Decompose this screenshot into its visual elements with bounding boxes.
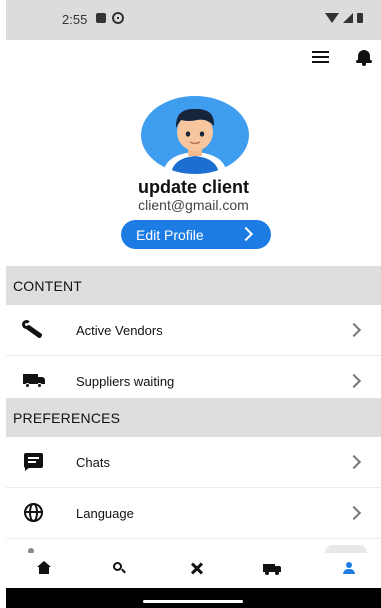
status-left-icons [96, 12, 124, 24]
status-bar: 2:55 [6, 0, 381, 40]
list-item-language[interactable]: Language [6, 488, 381, 539]
wifi-icon [325, 13, 339, 23]
status-right-icons [325, 13, 363, 23]
sd-card-icon [96, 13, 106, 23]
signal-icon [343, 13, 353, 23]
list-item-label: Active Vendors [76, 322, 163, 338]
profile-name: update client [137, 177, 249, 197]
user-illustration-icon [163, 108, 227, 174]
gesture-bar [6, 588, 381, 608]
chevron-right-icon [346, 322, 362, 338]
chat-icon [22, 451, 46, 473]
chevron-right-icon [346, 454, 362, 470]
gps-icon [112, 12, 124, 24]
section-header-content: CONTENT [6, 266, 381, 305]
menu-icon[interactable] [312, 51, 329, 63]
tools-icon[interactable] [185, 561, 209, 579]
status-time: 2:55 [62, 12, 88, 27]
search-icon[interactable] [108, 561, 132, 579]
section-header-preferences: PREFERENCES [6, 398, 381, 437]
chevron-right-icon [238, 226, 254, 242]
list-item-label: Chats [76, 454, 110, 470]
globe-icon [22, 502, 46, 524]
list-item-chats[interactable]: Chats [6, 437, 381, 488]
truck-icon [22, 370, 46, 392]
chevron-right-icon [346, 505, 362, 521]
bottom-nav [6, 553, 381, 588]
list-item-partial [6, 540, 381, 554]
wrench-icon [22, 319, 46, 341]
list-item-label: Suppliers waiting [76, 373, 175, 389]
app-screen: 2:55 update client client@gmail.com Edit… [6, 0, 381, 608]
edit-profile-label: Edit Profile [136, 226, 204, 243]
battery-icon [357, 13, 363, 23]
home-gesture-handle[interactable] [143, 600, 243, 603]
avatar [141, 96, 249, 174]
profile-email: client@gmail.com [138, 197, 249, 213]
person-icon[interactable] [337, 561, 361, 579]
home-icon[interactable] [32, 561, 56, 579]
topbar-actions [312, 48, 373, 66]
bell-icon[interactable] [355, 48, 373, 66]
chevron-right-icon [346, 373, 362, 389]
list-item-label: Language [76, 505, 134, 521]
list-item-active-vendors[interactable]: Active Vendors [6, 305, 381, 356]
truck-icon[interactable] [261, 561, 285, 579]
avatar-circle [141, 96, 249, 174]
edit-profile-button[interactable]: Edit Profile [121, 220, 271, 249]
